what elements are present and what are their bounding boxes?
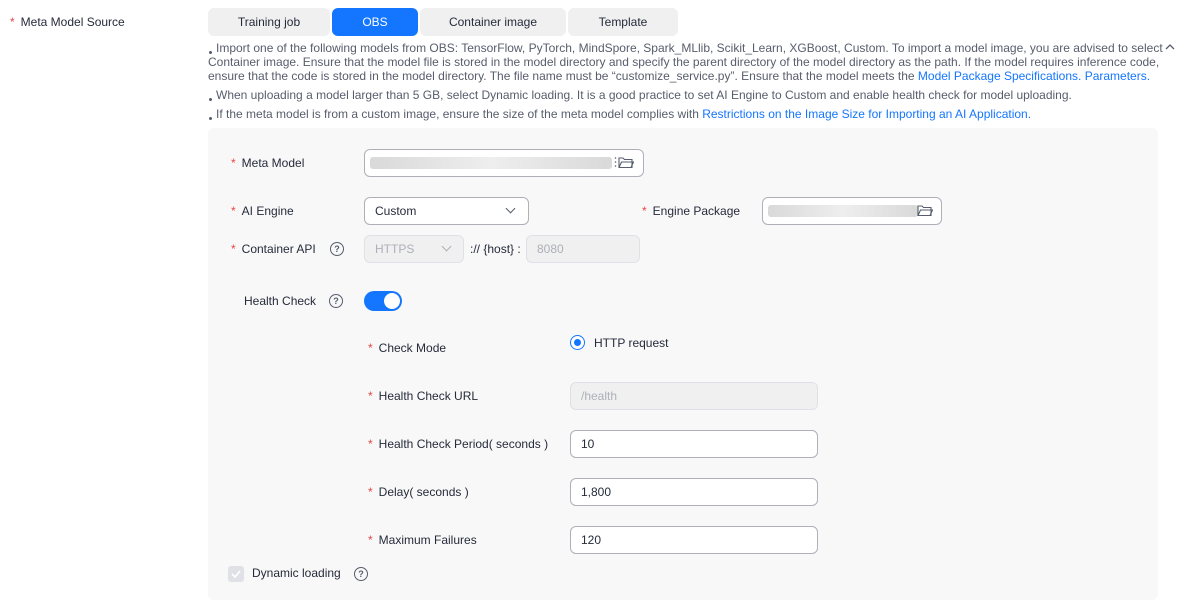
health-url-value: /health bbox=[581, 389, 618, 403]
tab-template[interactable]: Template bbox=[568, 8, 678, 36]
tab-training-job[interactable]: Training job bbox=[208, 8, 330, 36]
delay-input[interactable]: 1,800 bbox=[570, 478, 818, 506]
source-tabs: Training job OBS Container image Templat… bbox=[208, 8, 678, 36]
engine-package-label: * Engine Package bbox=[642, 204, 741, 218]
folder-icon[interactable] bbox=[917, 204, 933, 217]
period-value: 10 bbox=[581, 437, 595, 451]
period-label: * Health Check Period( seconds ) bbox=[368, 437, 549, 451]
help-icon[interactable]: ? bbox=[329, 294, 343, 308]
tab-container-image[interactable]: Container image bbox=[420, 8, 566, 36]
health-check-label: Health Check bbox=[244, 294, 317, 308]
health-url-input[interactable]: /health bbox=[570, 382, 818, 410]
tab-obs[interactable]: OBS bbox=[332, 8, 418, 36]
dynamic-loading-label: Dynamic loading bbox=[252, 566, 341, 580]
period-input[interactable]: 10 bbox=[570, 430, 818, 458]
health-check-toggle[interactable] bbox=[364, 291, 402, 311]
meta-model-path-value bbox=[370, 157, 612, 169]
max-failures-label: * Maximum Failures bbox=[368, 533, 477, 547]
meta-model-source-label: * Meta Model Source bbox=[10, 15, 125, 29]
port-input[interactable]: 8080 bbox=[526, 235, 640, 263]
parameters-link[interactable]: Parameters. bbox=[1085, 69, 1150, 83]
check-icon bbox=[231, 570, 241, 578]
http-request-option-label: HTTP request bbox=[594, 336, 669, 350]
dynamic-loading-checkbox[interactable] bbox=[228, 566, 244, 582]
meta-model-label: * Meta Model bbox=[231, 156, 305, 170]
health-url-label: * Health Check URL bbox=[368, 389, 479, 403]
port-value: 8080 bbox=[537, 242, 564, 256]
tip-dynamic-loading: When uploading a model larger than 5 GB,… bbox=[208, 88, 1163, 102]
folder-icon[interactable] bbox=[614, 156, 634, 169]
ai-engine-select[interactable]: Custom bbox=[364, 197, 529, 225]
max-failures-input[interactable]: 120 bbox=[570, 526, 818, 554]
protocol-value: HTTPS bbox=[375, 242, 415, 256]
tip-obs-models: Import one of the following models from … bbox=[208, 41, 1163, 83]
http-request-radio[interactable] bbox=[570, 335, 585, 350]
container-api-label: * Container API bbox=[231, 242, 316, 256]
ai-engine-label: * AI Engine bbox=[231, 204, 294, 218]
delay-value: 1,800 bbox=[581, 485, 612, 499]
check-mode-label: * Check Mode bbox=[368, 341, 447, 355]
protocol-select[interactable]: HTTPS bbox=[364, 235, 464, 263]
engine-package-value bbox=[768, 205, 918, 217]
host-separator: :// {host} : bbox=[470, 242, 521, 256]
tip-image-size: If the meta model is from a custom image… bbox=[208, 107, 1163, 121]
image-size-restrictions-link[interactable]: Restrictions on the Image Size for Impor… bbox=[702, 107, 1031, 121]
chevron-up-icon[interactable] bbox=[1165, 43, 1175, 51]
model-package-spec-link[interactable]: Model Package Specifications. bbox=[918, 69, 1081, 83]
max-failures-value: 120 bbox=[581, 533, 602, 547]
delay-label: * Delay( seconds ) bbox=[368, 485, 469, 499]
help-icon[interactable]: ? bbox=[354, 567, 368, 581]
ai-engine-value: Custom bbox=[375, 204, 417, 218]
help-icon[interactable]: ? bbox=[330, 242, 344, 256]
